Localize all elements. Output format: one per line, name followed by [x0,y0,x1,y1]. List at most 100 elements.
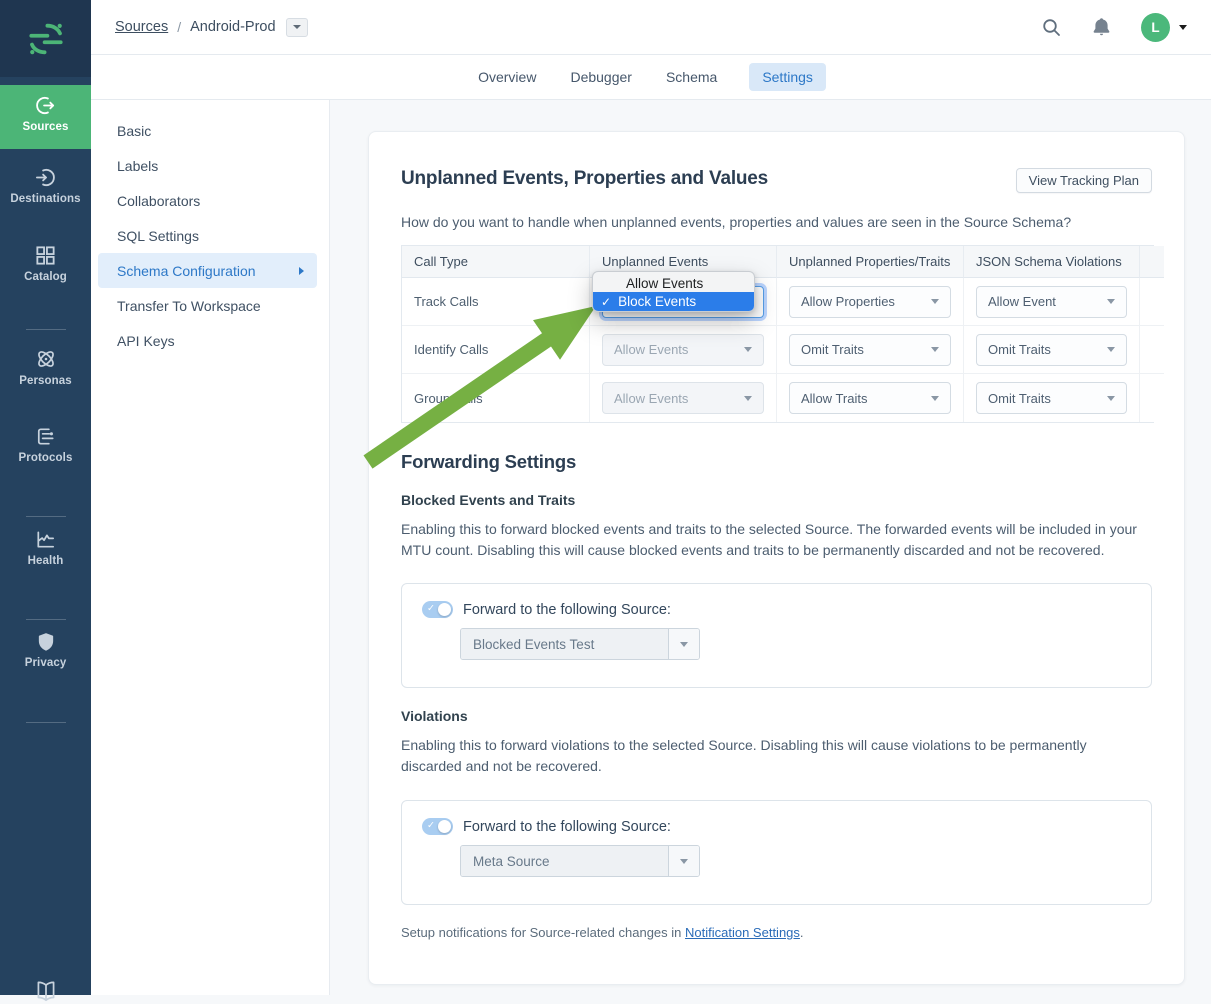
unplanned-properties-select-identify[interactable]: Omit Traits [789,334,951,366]
sidebar-item-destinations[interactable]: Destinations [0,166,91,205]
tab-overview[interactable]: Overview [476,63,538,91]
settings-menu-item-sql-settings[interactable]: SQL Settings [91,218,329,253]
blocked-events-description: Enabling this to forward blocked events … [401,519,1146,561]
blocked-events-heading: Blocked Events and Traits [401,492,1152,508]
forward-source-label: Forward to the following Source: [463,819,671,835]
notifications-bell-icon[interactable] [1092,17,1111,37]
dropdown-option-label: Block Events [618,294,696,309]
docs-book-icon[interactable] [0,978,91,1004]
source-select-caret-button[interactable] [669,846,699,876]
catalog-icon [34,244,57,267]
blocked-events-forward-box: ✓ Forward to the following Source: Block… [401,583,1152,688]
column-header-unplanned-properties: Unplanned Properties/Traits [777,246,964,278]
select-caret-icon [1107,347,1115,352]
unplanned-events-select-identify[interactable]: Allow Events [602,334,764,366]
check-icon: ✓ [601,295,611,309]
select-value: Allow Properties [801,294,895,309]
select-value: Allow Traits [801,391,867,406]
violations-forward-toggle[interactable]: ✓ [422,818,453,835]
sidebar-item-label: Protocols [19,452,73,464]
health-icon [34,528,57,551]
sidebar-item-catalog[interactable]: Catalog [0,244,91,283]
notification-settings-link[interactable]: Notification Settings [685,925,800,940]
select-value: Allow Events [614,391,688,406]
search-icon[interactable] [1042,18,1061,37]
settings-menu-item-schema-configuration[interactable]: Schema Configuration [98,253,317,288]
json-violations-select-track[interactable]: Allow Event [976,286,1127,318]
sidebar-item-label: Catalog [24,271,67,283]
sidebar-item-health[interactable]: Health [0,528,91,567]
chevron-right-icon [299,267,304,275]
select-caret-icon [1107,396,1115,401]
toggle-knob [438,820,451,833]
main-content: Unplanned Events, Properties and Values … [330,100,1211,995]
cell-spacer [1140,326,1164,374]
section-title-unplanned: Unplanned Events, Properties and Values [401,168,768,190]
source-select-caret-button[interactable] [669,629,699,659]
select-value: Allow Events [614,342,688,357]
settings-menu-item-basic[interactable]: Basic [91,113,329,148]
settings-menu-item-collaborators[interactable]: Collaborators [91,183,329,218]
privacy-icon [35,631,57,653]
sidebar-item-protocols[interactable]: Protocols [0,425,91,464]
select-caret-icon [931,299,939,304]
violations-forward-box: ✓ Forward to the following Source: Meta … [401,800,1152,905]
unplanned-events-dropdown-menu: Allow Events ✓ Block Events [592,271,755,312]
account-menu-chevron-icon[interactable] [1179,25,1187,30]
footnote-suffix: . [800,925,804,940]
unplanned-events-select-group[interactable]: Allow Events [602,382,764,414]
tab-schema[interactable]: Schema [664,63,719,91]
column-header-call-type: Call Type [402,246,590,278]
destinations-icon [34,166,57,189]
rail-divider [26,329,66,330]
chevron-down-icon [293,25,301,29]
select-caret-icon [931,396,939,401]
rail-divider [26,619,66,620]
select-caret-icon [1107,299,1115,304]
settings-menu-item-label: Schema Configuration [117,263,256,279]
breadcrumb-current-source: Android-Prod [190,19,275,35]
select-value: Omit Traits [988,391,1051,406]
json-violations-select-identify[interactable]: Omit Traits [976,334,1127,366]
toggle-check-icon: ✓ [427,820,435,831]
select-caret-icon [931,347,939,352]
breadcrumb-sources-link[interactable]: Sources [115,19,168,35]
sidebar-item-label: Personas [19,375,72,387]
cell-unplanned-properties: Allow Properties [777,278,964,326]
cell-unplanned-events: Allow Events [590,374,777,422]
cell-json-violations: Omit Traits [964,374,1140,422]
blocked-events-source-select[interactable]: Blocked Events Test [460,628,700,660]
settings-menu-item-labels[interactable]: Labels [91,148,329,183]
rail-divider [26,516,66,517]
sidebar-item-privacy[interactable]: Privacy [0,631,91,669]
settings-menu-item-api-keys[interactable]: API Keys [91,323,329,358]
sidebar-item-label: Health [28,555,64,567]
cell-call-type: Identify Calls [402,326,590,374]
app-logo[interactable] [0,0,91,77]
settings-menu-item-transfer-to-workspace[interactable]: Transfer To Workspace [91,288,329,323]
violations-source-select[interactable]: Meta Source [460,845,700,877]
source-switcher-button[interactable] [286,18,308,37]
violations-heading: Violations [401,708,1152,724]
json-violations-select-group[interactable]: Omit Traits [976,382,1127,414]
dropdown-option-block-events[interactable]: ✓ Block Events [593,292,754,311]
tab-settings[interactable]: Settings [749,63,826,91]
forward-source-label: Forward to the following Source: [463,602,671,618]
cell-json-violations: Allow Event [964,278,1140,326]
sidebar-item-label: Destinations [10,193,80,205]
unplanned-properties-select-track[interactable]: Allow Properties [789,286,951,318]
blocked-events-forward-toggle[interactable]: ✓ [422,601,453,618]
schema-settings-card: Unplanned Events, Properties and Values … [368,131,1185,985]
sources-icon [34,94,57,117]
user-avatar[interactable]: L [1141,13,1170,42]
column-header-spacer [1140,246,1164,278]
dropdown-option-allow-events[interactable]: Allow Events [593,274,754,292]
unplanned-properties-select-group[interactable]: Allow Traits [789,382,951,414]
cell-unplanned-events: Allow Events [590,326,777,374]
sidebar-item-sources[interactable]: Sources [0,85,91,149]
cell-spacer [1140,278,1164,326]
sidebar-item-personas[interactable]: Personas [0,347,91,387]
tab-debugger[interactable]: Debugger [568,63,634,91]
footnote-text: Setup notifications for Source-related c… [401,925,685,940]
view-tracking-plan-button[interactable]: View Tracking Plan [1016,168,1152,193]
